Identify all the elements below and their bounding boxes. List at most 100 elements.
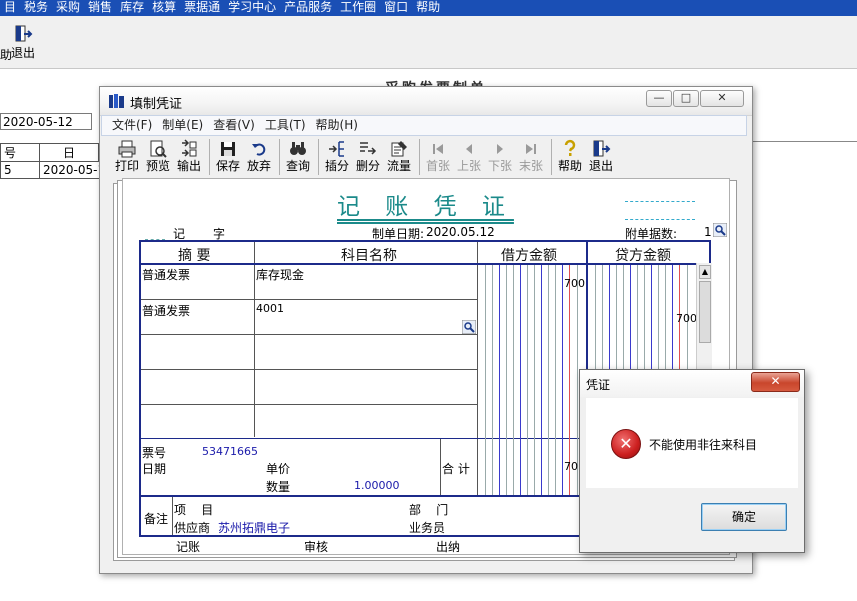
maximize-button[interactable]: □	[673, 90, 699, 107]
divider	[625, 219, 695, 220]
preview-icon	[150, 140, 167, 158]
row1-summary[interactable]: 普通发票	[142, 266, 190, 283]
binoculars-icon	[290, 142, 306, 155]
header-summary: 摘 要	[178, 248, 211, 264]
amount-gridline	[541, 265, 542, 495]
print-label: 打印	[115, 159, 140, 173]
amount-gridline	[562, 265, 563, 495]
supplier-value[interactable]: 苏州拓鼎电子	[218, 519, 290, 536]
table-header: 号	[0, 143, 40, 162]
quantity-value[interactable]: 1.00000	[354, 479, 400, 492]
dialog-message: 不能使用非往来科目	[649, 438, 758, 452]
cashflow-label: 流量	[387, 159, 412, 173]
row2-credit[interactable]: 700	[676, 312, 697, 325]
cashflow-button[interactable]: 流量	[387, 139, 411, 175]
next-button[interactable]: 下张	[488, 139, 512, 175]
row2-summary[interactable]: 普通发票	[142, 302, 190, 319]
next-icon	[497, 144, 503, 154]
amount-gridline	[555, 265, 556, 495]
menu-item[interactable]: 采购	[52, 0, 84, 14]
header-credit: 贷方金额	[615, 248, 671, 264]
attach-count-value[interactable]: 1	[704, 225, 712, 239]
row1-debit[interactable]: 700	[564, 277, 585, 290]
menu-item[interactable]: 工作圈	[336, 0, 380, 14]
menu-view[interactable]: 查看(V)	[208, 116, 260, 135]
ok-button[interactable]: 确定	[701, 503, 787, 531]
voucher-date-value[interactable]: 2020.05.12	[426, 225, 495, 239]
export-button[interactable]: 输出	[177, 139, 201, 175]
print-button[interactable]: 打印	[115, 139, 139, 175]
menu-item[interactable]: 库存	[116, 0, 148, 14]
error-icon: ✕	[611, 429, 641, 459]
help-button[interactable]: 帮助	[558, 139, 582, 175]
minimize-button[interactable]: —	[646, 90, 672, 107]
dialog-titlebar[interactable]: 凭证 ✕	[580, 370, 804, 397]
menu-item[interactable]: 税务	[20, 0, 52, 14]
divider	[625, 201, 695, 202]
undo-icon	[252, 143, 266, 156]
table-header: 日	[39, 143, 99, 162]
menu-item[interactable]: 目	[0, 0, 20, 14]
prev-button[interactable]: 上张	[457, 139, 481, 175]
amount-gridline	[527, 265, 528, 495]
supplier-label: 供应商	[174, 521, 211, 535]
row2-account[interactable]: 4001	[256, 302, 284, 315]
amount-gridline	[506, 265, 507, 495]
insert-row-label: 插分	[325, 159, 350, 173]
lookup-icon[interactable]	[713, 223, 727, 237]
insert-row-button[interactable]: 插分	[325, 139, 349, 175]
export-label: 输出	[177, 159, 202, 173]
window-title: 填制凭证	[130, 97, 183, 112]
total-label: 合 计	[442, 462, 470, 476]
amount-gridline	[492, 265, 493, 495]
close-button[interactable]: ✕	[700, 90, 744, 107]
prev-icon	[466, 144, 472, 154]
ticket-value[interactable]: 53471665	[202, 445, 258, 458]
menu-edit[interactable]: 制单(E)	[157, 116, 208, 135]
export-icon	[182, 139, 197, 157]
toolbar-separator	[318, 139, 319, 175]
bookkeep-label: 记账	[176, 540, 201, 554]
menu-file[interactable]: 文件(F)	[102, 116, 157, 135]
toolbar-separator	[419, 139, 420, 175]
menu-item[interactable]: 窗口	[380, 0, 412, 14]
row1-account[interactable]: 库存现金	[256, 266, 304, 283]
ticket-label: 票号	[142, 446, 167, 460]
app-exit-label: 退出	[11, 46, 36, 60]
undo-label: 放弃	[247, 159, 272, 173]
scroll-up-icon[interactable]: ▲	[699, 265, 711, 279]
window-titlebar[interactable]: 填制凭证 — □ ✕	[100, 87, 752, 116]
prev-label: 上张	[457, 159, 482, 173]
save-button[interactable]: 保存	[216, 139, 240, 175]
menu-item[interactable]: 产品服务	[280, 0, 336, 14]
dialog-close-button[interactable]: ✕	[751, 372, 800, 392]
delete-row-button[interactable]: 删分	[356, 139, 380, 175]
menu-item[interactable]: 核算	[148, 0, 180, 14]
note-label: 备注	[144, 512, 169, 526]
menu-help[interactable]: 帮助(H)	[311, 116, 363, 135]
exit-button[interactable]: 退出	[589, 139, 613, 175]
menu-item[interactable]: 帮助	[412, 0, 444, 14]
query-button[interactable]: 查询	[286, 139, 310, 175]
preview-label: 预览	[146, 159, 171, 173]
menu-tools[interactable]: 工具(T)	[260, 116, 311, 135]
header-account: 科目名称	[341, 248, 397, 264]
account-lookup-icon[interactable]	[462, 320, 476, 334]
menu-item[interactable]: 票据通	[180, 0, 224, 14]
staff-label: 业务员	[409, 521, 446, 535]
total-debit: 70	[564, 460, 578, 473]
preview-button[interactable]: 预览	[146, 139, 170, 175]
undo-button[interactable]: 放弃	[247, 139, 271, 175]
last-button[interactable]: 末张	[519, 139, 543, 175]
first-label: 首张	[426, 159, 451, 173]
app-exit-button[interactable]: 退出	[11, 24, 35, 64]
menu-item[interactable]: 学习中心	[224, 0, 280, 14]
scroll-thumb[interactable]	[699, 281, 711, 343]
project-label: 项 目	[174, 503, 214, 517]
first-button[interactable]: 首张	[426, 139, 450, 175]
menu-item[interactable]: 销售	[84, 0, 116, 14]
department-label: 部 门	[409, 503, 449, 517]
bg-date-input[interactable]: 2020-05-12	[0, 113, 92, 130]
save-label: 保存	[216, 159, 241, 173]
divider	[254, 242, 255, 437]
